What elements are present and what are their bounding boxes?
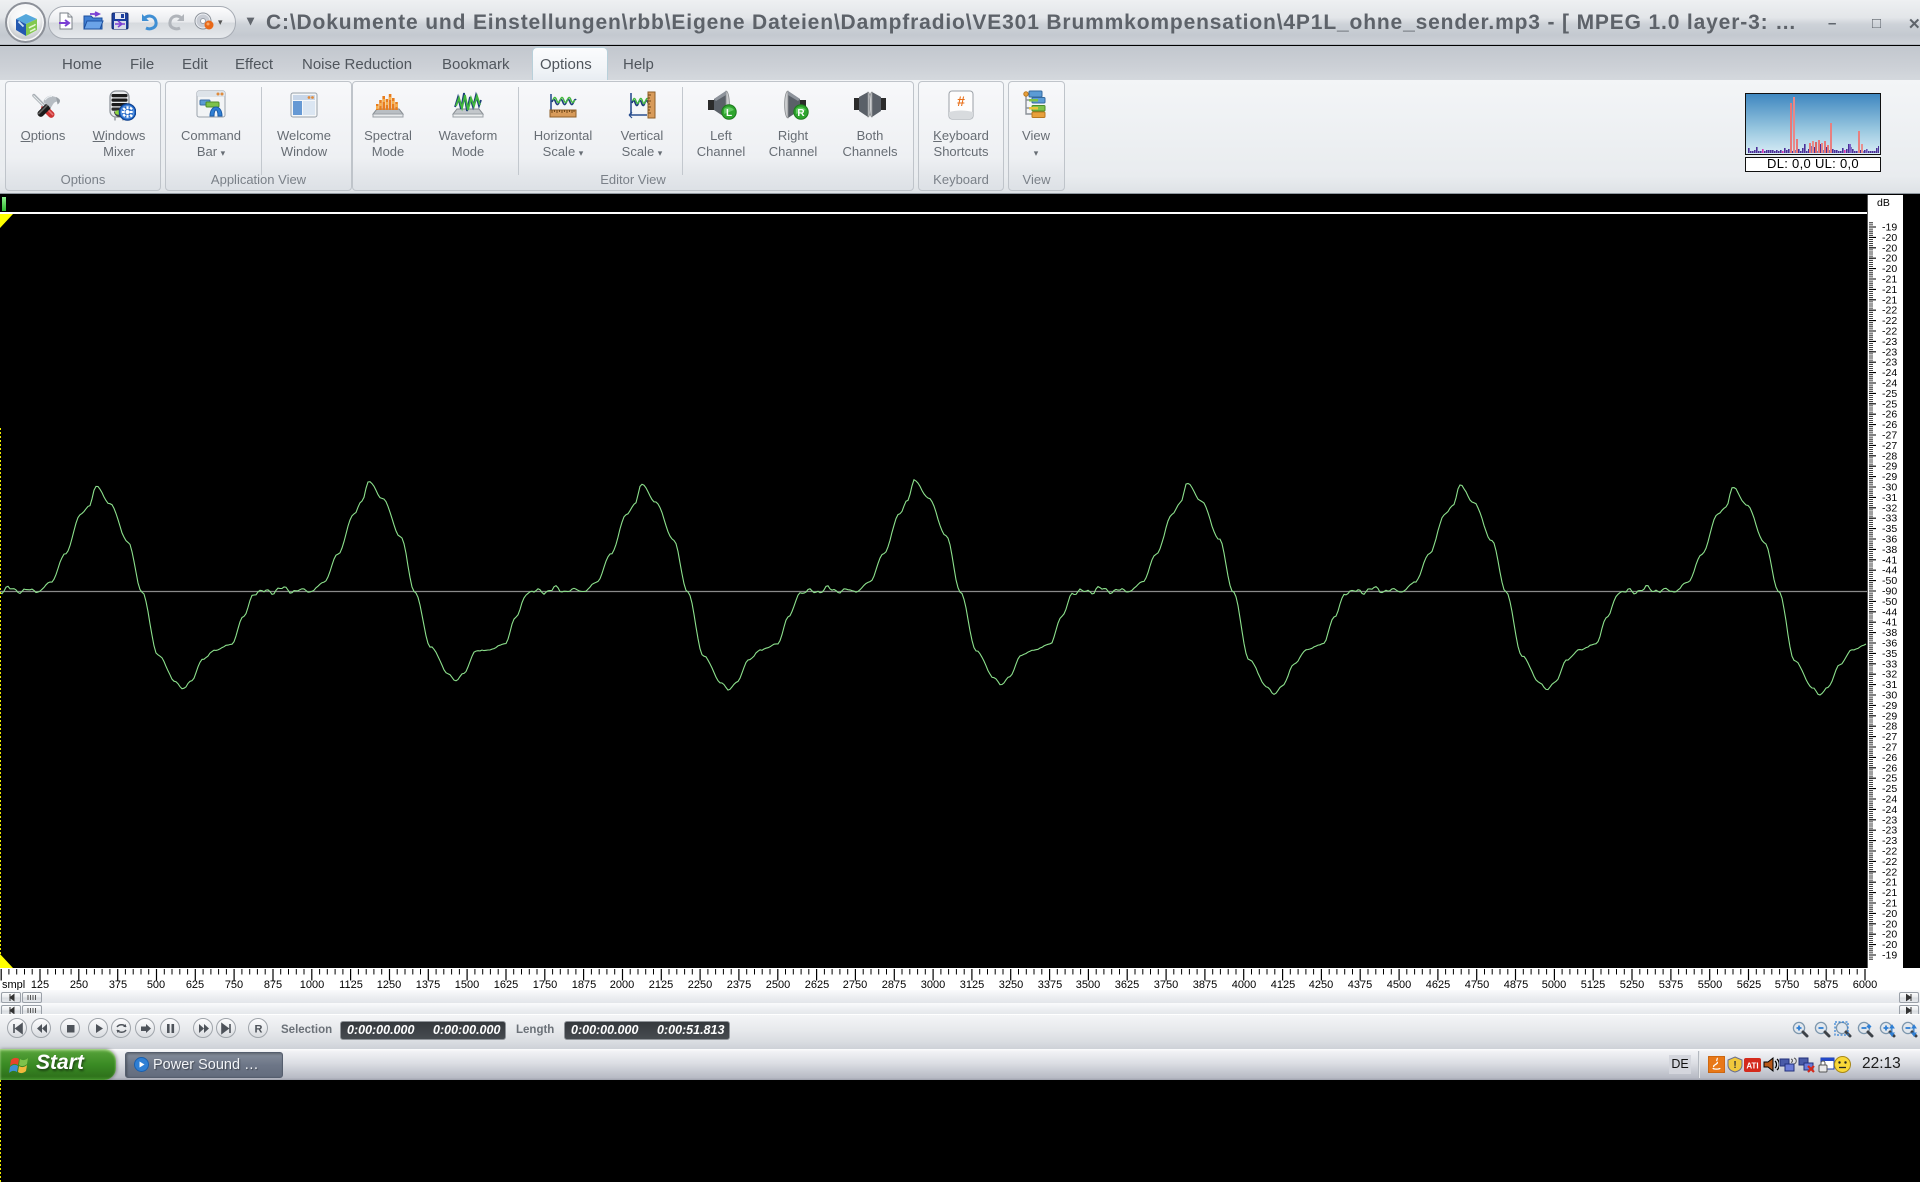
- svg-text:5375: 5375: [1659, 979, 1683, 990]
- svg-text:R: R: [254, 1024, 262, 1036]
- svg-text:2125: 2125: [649, 979, 673, 990]
- svg-text:1750: 1750: [533, 979, 557, 990]
- svg-text:3500: 3500: [1076, 979, 1100, 990]
- svg-text:5125: 5125: [1581, 979, 1605, 990]
- svg-text:375: 375: [109, 979, 127, 990]
- svg-text:1125: 1125: [339, 979, 363, 990]
- svg-text:875: 875: [264, 979, 282, 990]
- svg-text:2875: 2875: [882, 979, 906, 990]
- svg-text:1625: 1625: [494, 979, 518, 990]
- svg-text:2500: 2500: [766, 979, 790, 990]
- svg-text:!: !: [1733, 1060, 1736, 1071]
- svg-text:5875: 5875: [1814, 979, 1838, 990]
- svg-text:4125: 4125: [1271, 979, 1295, 990]
- svg-text:6000: 6000: [1853, 979, 1877, 990]
- svg-text:1000: 1000: [300, 979, 324, 990]
- svg-text:2250: 2250: [688, 979, 712, 990]
- svg-text:2000: 2000: [610, 979, 634, 990]
- svg-text:625: 625: [186, 979, 204, 990]
- svg-text:1500: 1500: [455, 979, 479, 990]
- svg-text:-19: -19: [1882, 950, 1897, 962]
- svg-text:3875: 3875: [1193, 979, 1217, 990]
- svg-text:smpl: smpl: [2, 979, 25, 990]
- svg-text:3250: 3250: [999, 979, 1023, 990]
- svg-text:3125: 3125: [960, 979, 984, 990]
- svg-text:5625: 5625: [1737, 979, 1761, 990]
- svg-text:250: 250: [70, 979, 88, 990]
- svg-text:1875: 1875: [572, 979, 596, 990]
- svg-text:4750: 4750: [1465, 979, 1489, 990]
- svg-text:2375: 2375: [727, 979, 751, 990]
- svg-text:3750: 3750: [1154, 979, 1178, 990]
- svg-text:4000: 4000: [1232, 979, 1256, 990]
- svg-text:#: #: [957, 93, 965, 109]
- svg-text:4625: 4625: [1426, 979, 1450, 990]
- svg-text:L: L: [726, 108, 732, 119]
- svg-text:5000: 5000: [1542, 979, 1566, 990]
- svg-text:5250: 5250: [1620, 979, 1644, 990]
- svg-text:750: 750: [225, 979, 243, 990]
- svg-text:3625: 3625: [1115, 979, 1139, 990]
- svg-text:3000: 3000: [921, 979, 945, 990]
- svg-text:1250: 1250: [377, 979, 401, 990]
- svg-text:ATI: ATI: [1746, 1062, 1758, 1071]
- svg-text:5750: 5750: [1775, 979, 1799, 990]
- svg-text:125: 125: [31, 979, 49, 990]
- svg-text:4250: 4250: [1309, 979, 1333, 990]
- svg-text:1375: 1375: [416, 979, 440, 990]
- svg-text:5500: 5500: [1698, 979, 1722, 990]
- svg-text:4375: 4375: [1348, 979, 1372, 990]
- svg-text:R: R: [797, 108, 805, 119]
- svg-text:3375: 3375: [1038, 979, 1062, 990]
- svg-text:2625: 2625: [805, 979, 829, 990]
- svg-text:500: 500: [147, 979, 165, 990]
- svg-text:4500: 4500: [1387, 979, 1411, 990]
- svg-text:2750: 2750: [843, 979, 867, 990]
- svg-text:4875: 4875: [1504, 979, 1528, 990]
